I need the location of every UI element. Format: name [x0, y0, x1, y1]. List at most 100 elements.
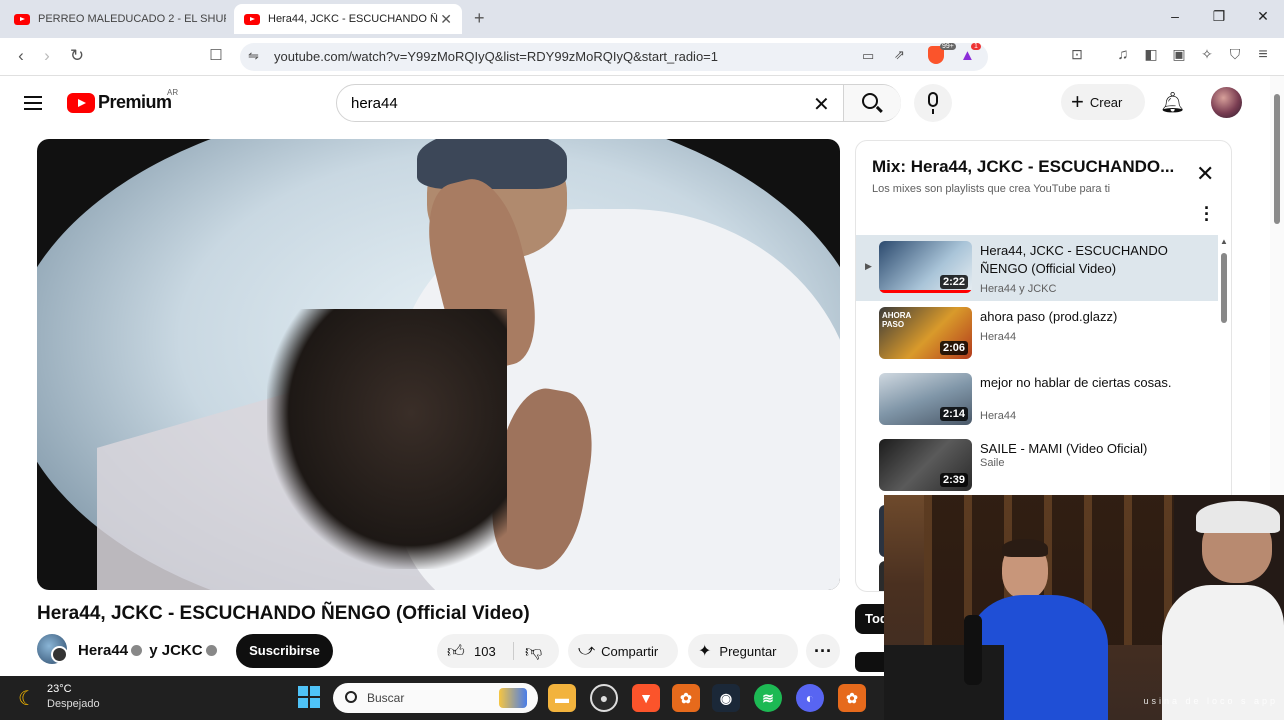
share-button[interactable]: ⤻ Compartir: [568, 634, 678, 668]
wallet-icon[interactable]: ▣: [1168, 46, 1190, 63]
close-playlist-icon[interactable]: ✕: [1196, 161, 1214, 187]
brave-browser-icon[interactable]: ▼: [632, 684, 660, 712]
tab-title: PERREO MALEDUCADO 2 - EL SHUR: [38, 13, 226, 25]
tattoo-shape: [267, 309, 507, 569]
video-thumbnail[interactable]: 2:22: [879, 241, 972, 293]
youtube-logo-icon[interactable]: [67, 93, 95, 113]
region-code: AR: [167, 88, 179, 97]
account-avatar[interactable]: [1211, 87, 1242, 118]
guide-menu-icon[interactable]: [24, 96, 42, 110]
music-icon[interactable]: ♫: [1112, 46, 1134, 63]
person-1-hair: [1002, 539, 1048, 557]
new-tab-button[interactable]: +: [474, 8, 485, 29]
sparkle-icon: ✦: [698, 643, 712, 660]
subscribe-button[interactable]: Suscribirse: [236, 634, 333, 668]
clear-search-icon[interactable]: ✕: [813, 92, 830, 117]
back-icon[interactable]: ‹: [10, 46, 32, 66]
page-scrollbar-thumb[interactable]: [1274, 94, 1280, 224]
webcam-overlay: usina de loco s app: [884, 495, 1284, 720]
start-button[interactable]: [298, 686, 320, 708]
scroll-up-icon[interactable]: ▲: [1220, 237, 1228, 246]
playlist-item-channel: Saile: [980, 457, 1005, 469]
more-actions-button[interactable]: ···: [806, 634, 840, 668]
site-info-icon[interactable]: ⇋: [248, 48, 259, 64]
forward-icon[interactable]: ›: [36, 46, 58, 66]
obs-icon[interactable]: ●: [590, 684, 618, 712]
bookmark-icon[interactable]: ☐: [205, 46, 227, 64]
browser-tab-1[interactable]: PERREO MALEDUCADO 2 - EL SHUR: [4, 4, 226, 34]
create-button[interactable]: + Crear: [1061, 84, 1145, 120]
notifications-bell-icon[interactable]: 🔔︎: [1160, 90, 1185, 115]
close-tab-icon[interactable]: ✕: [440, 11, 452, 28]
search-icon: [862, 93, 878, 109]
close-window-button[interactable]: ✕: [1248, 8, 1278, 25]
weather-temperature[interactable]: 23°C: [47, 683, 72, 695]
playlist-item-title[interactable]: ahora paso (prod.glazz): [980, 308, 1180, 326]
like-icon[interactable]: 👍︎: [447, 641, 465, 662]
video-thumbnail[interactable]: 2:39: [879, 439, 972, 491]
playlist-menu-icon[interactable]: · · ·: [1204, 199, 1210, 229]
youtube-favicon-icon: [244, 13, 260, 25]
logo-text[interactable]: Premium: [98, 92, 172, 113]
minimize-button[interactable]: –: [1160, 8, 1190, 24]
spotify-icon[interactable]: ≋: [754, 684, 782, 712]
plus-icon: +: [1071, 89, 1084, 114]
playlist-item-channel: Hera44: [980, 331, 1017, 343]
video-thumbnail[interactable]: AHORA PASO 2:06: [879, 307, 972, 359]
vpn-icon[interactable]: ⛉: [1224, 46, 1246, 63]
search-highlight-icon: [499, 688, 527, 708]
video-title: Hera44, JCKC - ESCUCHANDO ÑENGO (Officia…: [37, 603, 530, 624]
playlist-item-channel: Hera44 y JCKC: [980, 283, 1057, 295]
taskbar-search-placeholder: Buscar: [367, 691, 405, 705]
leo-ai-icon[interactable]: ✧: [1196, 46, 1218, 63]
youtube-favicon-icon: [14, 13, 30, 25]
weather-condition[interactable]: Despejado: [47, 698, 100, 710]
playlist-item-title[interactable]: Hera44, JCKC - ESCUCHANDO ÑENGO (Officia…: [980, 242, 1180, 278]
playlist-item-channel: Hera44: [980, 410, 1017, 422]
browser-toolbar: ‹ › ↻ ☐ ⇋ youtube.com/watch?v=Y99zMoRQIy…: [0, 38, 1284, 76]
playlist-item[interactable]: 2:14 mejor no hablar de ciertas cosas. H…: [856, 367, 1218, 433]
channel-name-2[interactable]: y JCKC: [149, 642, 202, 659]
browser-tab-2[interactable]: Hera44, JCKC - ESCUCHANDO ÑENGO ✕: [234, 4, 462, 34]
moon-weather-icon[interactable]: ☾: [18, 686, 36, 711]
tab-title: Hera44, JCKC - ESCUCHANDO ÑENGO: [268, 13, 438, 25]
playlist-subtitle: Los mixes son playlists que crea YouTube…: [872, 183, 1111, 195]
playlist-item[interactable]: 2:39 SAILE - MAMI (Video Oficial) Saile: [856, 433, 1218, 499]
video-thumbnail[interactable]: 2:14: [879, 373, 972, 425]
steam-icon[interactable]: ◉: [712, 684, 740, 712]
duration-badge: 2:39: [939, 473, 968, 487]
playlist-item-title[interactable]: mejor no hablar de ciertas cosas.: [980, 374, 1180, 392]
like-count[interactable]: 103: [474, 644, 496, 659]
channel-names[interactable]: Hera44 y JCKC: [78, 642, 220, 659]
channel-name-1[interactable]: Hera44: [78, 642, 128, 659]
menu-icon[interactable]: ≡: [1252, 46, 1274, 64]
playlist-scrollbar-thumb[interactable]: [1221, 253, 1227, 323]
discord-icon[interactable]: ◐: [796, 684, 824, 712]
voice-search-button[interactable]: [914, 84, 952, 122]
playlist-title[interactable]: Mix: Hera44, JCKC - ESCUCHANDO...: [872, 157, 1182, 177]
dislike-icon[interactable]: 👎︎: [525, 641, 542, 662]
video-player[interactable]: [37, 139, 840, 590]
reader-icon[interactable]: ◧: [1140, 46, 1162, 63]
maximize-button[interactable]: ❐: [1204, 8, 1234, 25]
fl-studio-2-icon[interactable]: ✿: [838, 684, 866, 712]
fl-studio-icon[interactable]: ✿: [672, 684, 700, 712]
sidebar-icon[interactable]: ⊡: [1066, 46, 1088, 63]
playlist-item[interactable]: ▶ 2:22 Hera44, JCKC - ESCUCHANDO ÑENGO (…: [856, 235, 1218, 301]
search-input[interactable]: [351, 93, 791, 113]
address-bar[interactable]: ⇋ youtube.com/watch?v=Y99zMoRQIyQ&list=R…: [240, 43, 988, 71]
cast-icon[interactable]: ▭: [862, 48, 874, 64]
cap-shape: [417, 139, 567, 189]
share-icon[interactable]: ⇗: [894, 47, 905, 63]
ask-button[interactable]: ✦ Preguntar: [688, 634, 798, 668]
file-explorer-icon[interactable]: ▬: [548, 684, 576, 712]
microphone-stand: [964, 615, 982, 685]
now-playing-icon: ▶: [865, 261, 872, 271]
playlist-item-title[interactable]: SAILE - MAMI (Video Oficial): [980, 440, 1180, 458]
reload-icon[interactable]: ↻: [66, 46, 88, 66]
channel-avatar-secondary[interactable]: [51, 646, 68, 663]
playlist-item[interactable]: AHORA PASO 2:06 ahora paso (prod.glazz) H…: [856, 301, 1218, 367]
search-button[interactable]: [843, 85, 901, 121]
share-label: Compartir: [601, 643, 659, 659]
taskbar-search[interactable]: Buscar: [333, 683, 538, 713]
